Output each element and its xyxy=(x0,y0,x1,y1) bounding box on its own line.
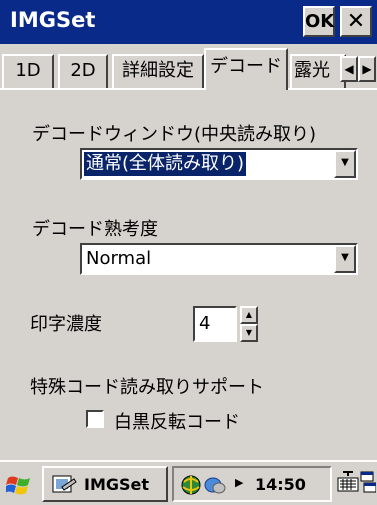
invert-code-checkbox[interactable] xyxy=(86,410,104,428)
connectivity-icon[interactable] xyxy=(204,475,228,495)
tab-scroll-left-icon[interactable]: ◀ xyxy=(340,56,358,82)
decode-thinking-select[interactable]: Normal ▼ xyxy=(80,243,358,275)
window-title: IMGSet xyxy=(10,8,96,32)
print-density-label: 印字濃度 xyxy=(30,314,102,335)
spin-up-icon[interactable]: ▲ xyxy=(240,306,258,324)
app-icon xyxy=(52,475,77,493)
tab-2d[interactable]: 2D xyxy=(58,54,108,88)
tray-arrow-icon: ▶ xyxy=(235,476,244,489)
tab-divider xyxy=(0,88,377,90)
close-button[interactable]: ✕ xyxy=(340,6,372,37)
decode-thinking-label: デコード熟考度 xyxy=(32,219,158,240)
taskbar-task-label: IMGSet xyxy=(84,475,150,494)
keyboard-icon[interactable] xyxy=(337,470,359,494)
print-density-value: 4 xyxy=(199,313,211,334)
print-density-stepper[interactable]: ▲ ▼ xyxy=(240,306,258,342)
decode-window-label: デコードウィンドウ(中央読み取り) xyxy=(32,124,317,145)
tab-exposure[interactable]: 露光 xyxy=(290,54,346,88)
clock-time[interactable]: 14:50 xyxy=(255,475,306,494)
tab-scroll-right-icon[interactable]: ▶ xyxy=(358,56,376,82)
ok-button[interactable]: OK xyxy=(303,6,335,37)
tab-advanced[interactable]: 詳細設定 xyxy=(112,54,204,88)
tab-1d[interactable]: 1D xyxy=(2,54,54,88)
chevron-down-icon[interactable]: ▼ xyxy=(334,150,356,178)
taskbar-imgset-button[interactable]: IMGSet xyxy=(42,466,168,502)
decode-window-select[interactable]: 通常(全体読み取り) ▼ xyxy=(80,148,358,180)
tab-strip: 1D 2D 詳細設定 デコード 露光 ◀ ▶ xyxy=(0,44,377,90)
tab-decode[interactable]: デコード xyxy=(204,48,288,90)
network-globe-icon[interactable] xyxy=(180,474,202,496)
system-tray: ▶ 14:50 xyxy=(172,466,332,502)
title-bar: IMGSet OK ✕ xyxy=(0,0,377,44)
invert-code-label[interactable]: 白黒反転コード xyxy=(114,408,240,434)
print-density-input[interactable]: 4 xyxy=(193,306,237,342)
chevron-down-icon[interactable]: ▼ xyxy=(334,245,356,273)
windows-flag-icon[interactable] xyxy=(5,474,32,496)
window-switcher-icon[interactable] xyxy=(360,470,376,496)
dialog-client: 1D 2D 詳細設定 デコード 露光 ◀ ▶ デコードウィンドウ(中央読み取り)… xyxy=(0,44,377,460)
decode-thinking-value: Normal xyxy=(86,248,152,269)
special-code-label: 特殊コード読み取りサポート xyxy=(30,377,264,398)
spin-down-icon[interactable]: ▼ xyxy=(240,324,258,342)
decode-window-value: 通常(全体読み取り) xyxy=(82,151,248,177)
taskbar: IMGSet ▶ 14:50 xyxy=(0,460,377,505)
